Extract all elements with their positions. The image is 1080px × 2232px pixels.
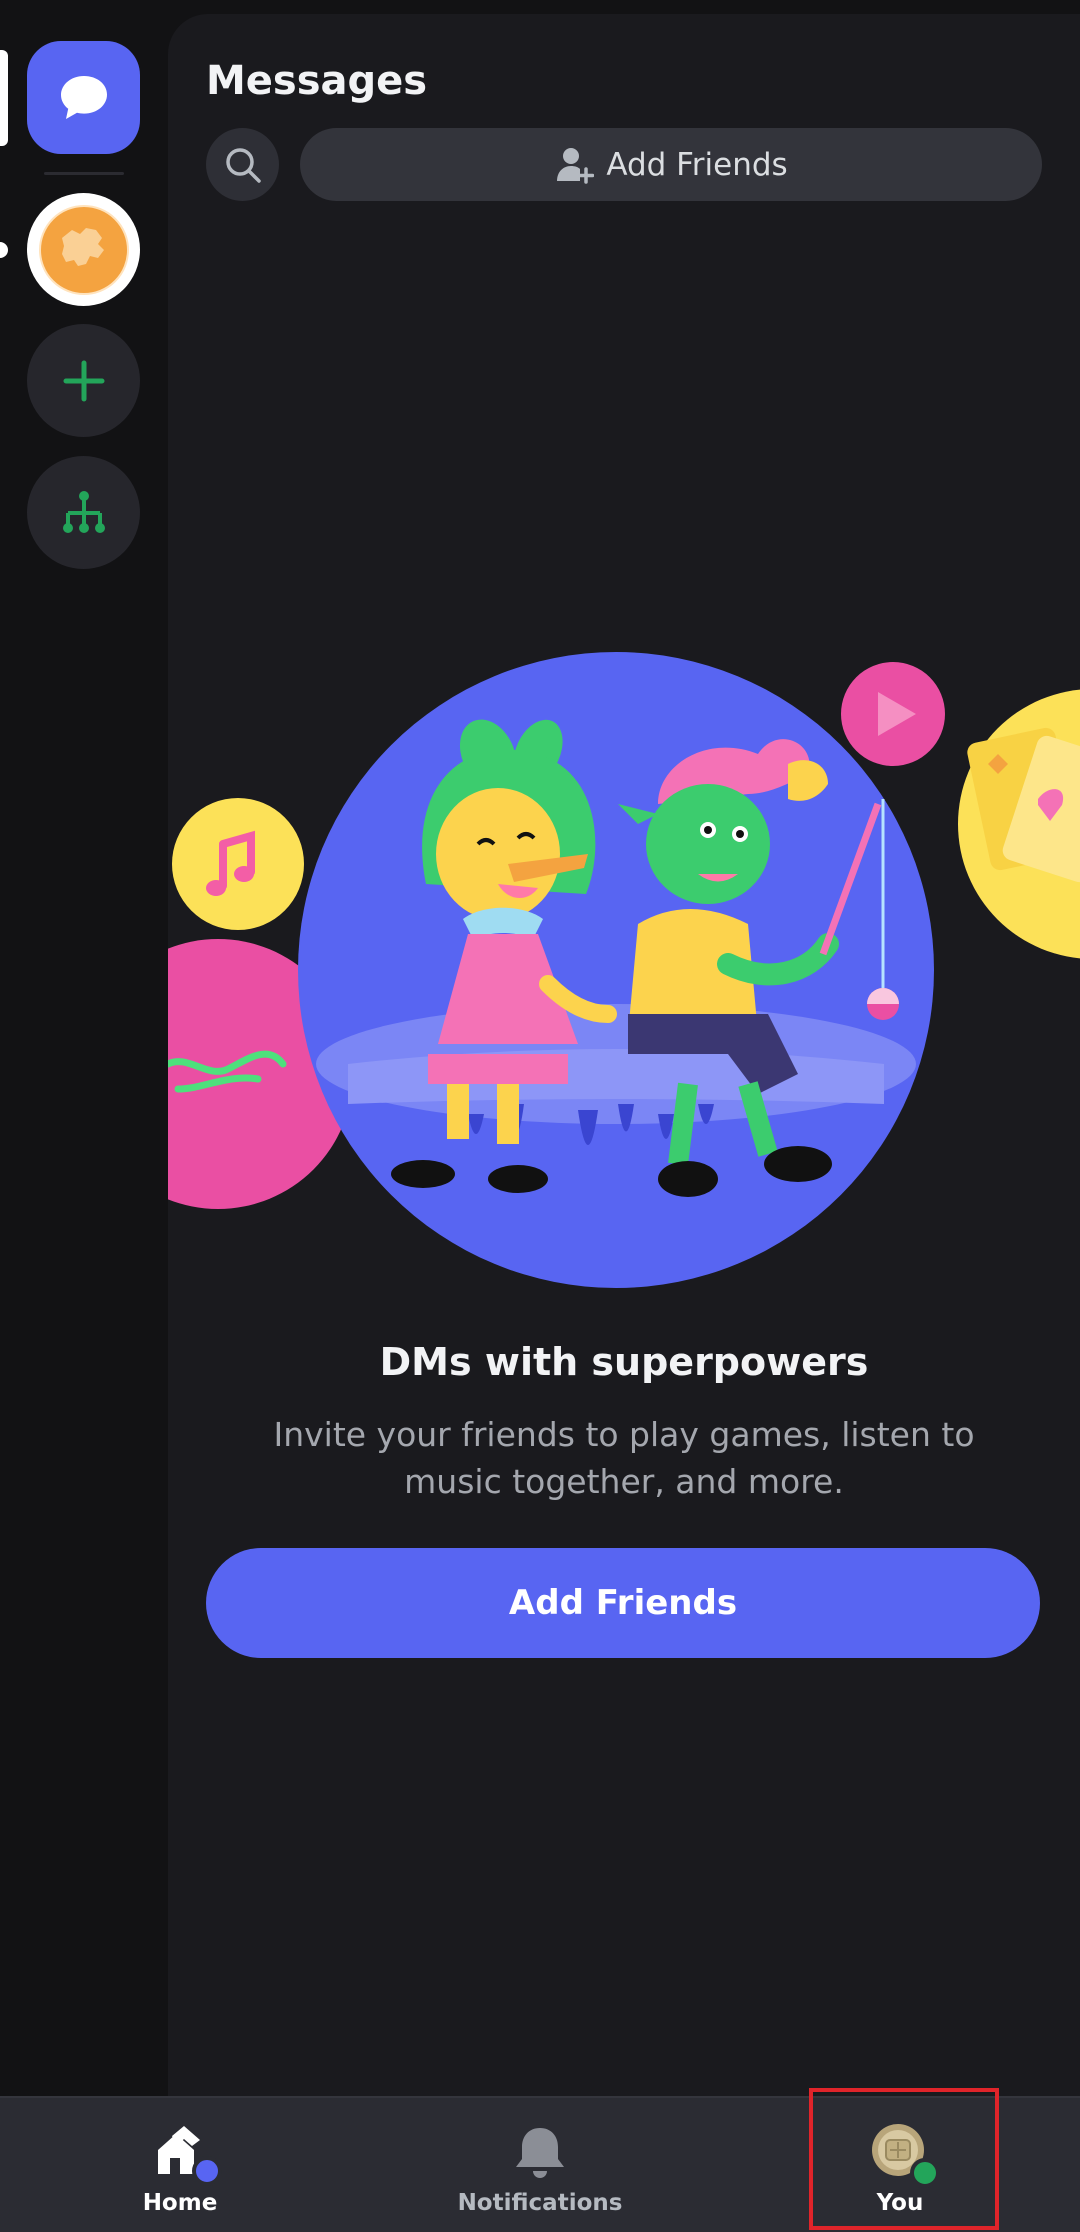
- add-server-button[interactable]: [27, 324, 140, 437]
- direct-messages-button[interactable]: [27, 41, 140, 154]
- chat-bubble-icon: [60, 75, 107, 119]
- discover-servers-button[interactable]: [27, 456, 140, 569]
- add-friends-header-label: Add Friends: [606, 146, 788, 183]
- selected-indicator: [0, 50, 8, 146]
- search-icon: [225, 147, 261, 183]
- unread-badge: [192, 2156, 222, 2186]
- unread-indicator: [0, 242, 8, 258]
- home-icon: [150, 2122, 222, 2186]
- bell-icon: [510, 2122, 570, 2182]
- empty-state-subtext: Invite your friends to play games, liste…: [273, 1415, 975, 1501]
- dm-superpowers-illustration: [168, 652, 1080, 1288]
- add-friends-button[interactable]: Add Friends: [206, 1548, 1040, 1658]
- add-friends-header-button[interactable]: Add Friends: [300, 128, 1042, 201]
- rail-separator: [44, 172, 124, 175]
- nav-notifications[interactable]: Notifications: [457, 2098, 623, 2232]
- add-user-icon: [557, 147, 595, 184]
- messages-panel: Messages Add Friends DMs with superpower…: [168, 14, 1080, 2096]
- nav-home[interactable]: Home: [130, 2098, 230, 2232]
- music-notes-icon: [172, 798, 304, 930]
- hub-tree-icon: [62, 490, 105, 533]
- nav-notifications-label: Notifications: [457, 2190, 623, 2216]
- plus-icon: [63, 360, 104, 401]
- playing-cards-icon: [958, 689, 1080, 959]
- empty-state-heading: DMs with superpowers: [379, 1340, 869, 1384]
- nav-home-label: Home: [142, 2190, 218, 2216]
- page-title: Messages: [206, 58, 428, 104]
- play-icon: [841, 662, 945, 766]
- server-rail: [0, 0, 168, 2096]
- server-europe-icon[interactable]: [27, 193, 140, 306]
- you-tab-highlight: [809, 2088, 999, 2230]
- search-button[interactable]: [206, 128, 279, 201]
- europe-map-icon: [33, 199, 134, 300]
